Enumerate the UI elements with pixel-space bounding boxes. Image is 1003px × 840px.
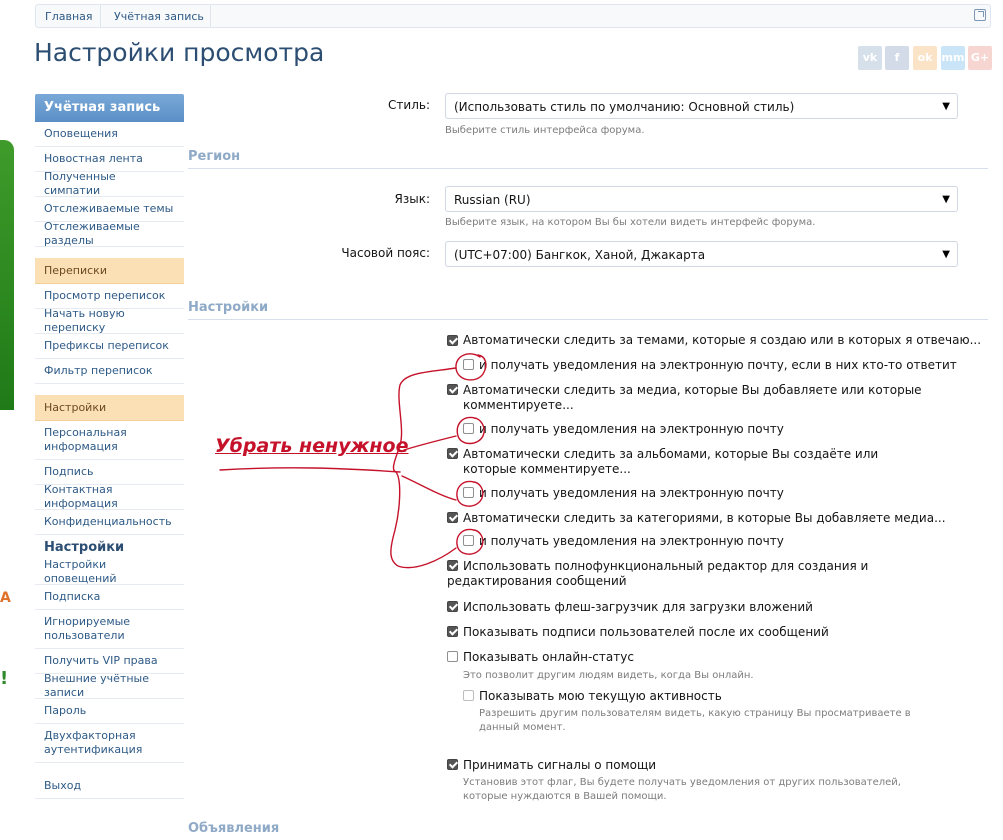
sidebar-item-conversations[interactable]: Просмотр переписок — [35, 284, 184, 309]
option-show-activity: Показывать мою текущую активность — [479, 689, 722, 703]
background-decoration: A ! — [0, 0, 14, 833]
language-hint: Выберите язык, на котором Вы бы хотели в… — [445, 217, 816, 228]
odnoklassniki-icon[interactable]: ok — [913, 46, 937, 70]
timezone-select[interactable]: (UTC+07:00) Бангкок, Ханой, Джакарта ▼ — [445, 241, 958, 267]
sidebar-item-new-conversation[interactable]: Начать новую переписку — [35, 307, 184, 334]
checkbox-watch-categories[interactable] — [447, 512, 458, 523]
activity-hint: Разрешить другим пользователям видеть, к… — [479, 708, 911, 733]
sidebar-item-signature[interactable]: Подпись — [35, 460, 184, 485]
sidebar-nav: Учётная запись Оповещения Новостная лент… — [35, 94, 184, 799]
sidebar-item-password[interactable]: Пароль — [35, 699, 184, 724]
moimir-icon[interactable]: mm — [941, 46, 965, 70]
sidebar-item-ignored-users[interactable]: Игнорируемые пользователи — [35, 610, 184, 649]
background-glyph-exclaim: ! — [0, 668, 9, 689]
style-select[interactable]: (Использовать стиль по умолчанию: Основн… — [445, 93, 958, 119]
sidebar-item-logout[interactable]: Выход — [35, 774, 184, 799]
option-watch-media-email: и получать уведомления на электронную по… — [479, 422, 784, 436]
sidebar-item-likes[interactable]: Полученные симпатии — [35, 170, 184, 197]
timezone-select-value: (UTC+07:00) Бангкок, Ханой, Джакарта — [454, 248, 706, 262]
option-online-status: Показывать онлайн-статус — [463, 650, 634, 664]
sidebar-item-get-vip[interactable]: Получить VIP права — [35, 649, 184, 674]
sidebar-item-personal-info[interactable]: Персональная информация — [35, 421, 184, 460]
checkbox-show-activity[interactable] — [463, 690, 474, 701]
option-watch-albums-email: и получать уведомления на электронную по… — [479, 486, 784, 500]
checkbox-watch-albums[interactable] — [447, 448, 458, 459]
chevron-down-icon: ▼ — [942, 101, 950, 112]
sidebar-item-conversation-filter[interactable]: Фильтр переписок — [35, 359, 184, 384]
breadcrumb-separator — [100, 5, 101, 27]
language-select[interactable]: Russian (RU) ▼ — [445, 186, 958, 212]
option-watch-threads: Автоматически следить за темами, которые… — [463, 333, 982, 347]
facebook-icon[interactable]: f — [885, 46, 909, 70]
sidebar-item-newsfeed[interactable]: Новостная лента — [35, 147, 184, 172]
option-show-signatures: Показывать подписи пользователей после и… — [463, 625, 829, 639]
online-status-hint: Это позволит другим людям видеть, когда … — [463, 670, 754, 681]
checkbox-watch-threads[interactable] — [447, 335, 458, 346]
sidebar-item-watched-threads[interactable]: Отслеживаемые темы — [35, 197, 184, 222]
chevron-down-icon: ▼ — [942, 249, 950, 260]
breadcrumb-account[interactable]: Учётная запись — [114, 10, 204, 23]
sidebar-item-preferences-current[interactable]: Настройки — [35, 535, 184, 560]
option-help-signals: Принимать сигналы о помощи — [463, 758, 657, 772]
option-watch-categories: Автоматически следить за категориями, в … — [463, 511, 946, 525]
style-hint: Выберите стиль интерфейса форума. — [445, 125, 645, 136]
background-glyph-a: A — [0, 590, 11, 606]
sidebar-item-external-accounts[interactable]: Внешние учётные записи — [35, 672, 184, 699]
breadcrumb-separator — [210, 5, 211, 27]
checkbox-help-signals[interactable] — [447, 759, 458, 770]
sidebar-item-contact-info[interactable]: Контактная информация — [35, 483, 184, 510]
style-label: Стиль: — [388, 98, 430, 112]
background-green-shape — [0, 140, 14, 410]
sidebar-item-alerts[interactable]: Оповещения — [35, 122, 184, 147]
language-label: Язык: — [394, 192, 430, 206]
section-region-title: Регион — [188, 149, 988, 169]
checkbox-watch-categories-email[interactable] — [463, 535, 474, 546]
breadcrumb: Главная Учётная запись — [35, 4, 991, 28]
option-rich-editor: Использовать полнофункциональный редакто… — [447, 559, 869, 588]
language-select-value: Russian (RU) — [454, 193, 531, 207]
sidebar-item-privacy[interactable]: Конфиденциальность — [35, 510, 184, 535]
help-signals-hint: Установив этот флаг, Вы будете получать … — [463, 777, 901, 802]
vk-icon[interactable]: vk — [858, 46, 882, 70]
section-settings-title: Настройки — [188, 300, 988, 320]
checkbox-watch-media[interactable] — [447, 384, 458, 395]
checkbox-watch-media-email[interactable] — [463, 423, 474, 434]
jump-menu-icon[interactable] — [974, 9, 986, 21]
sidebar-group-conversations[interactable]: Переписки — [35, 258, 184, 284]
googleplus-icon[interactable]: G+ — [968, 46, 992, 70]
checkbox-flash-uploader[interactable] — [447, 601, 458, 612]
option-watch-albums: Автоматически следить за альбомами, кото… — [463, 447, 879, 476]
checkbox-watch-albums-email[interactable] — [463, 487, 474, 498]
sidebar-item-watched-forums[interactable]: Отслеживаемые разделы — [35, 220, 184, 247]
style-select-value: (Использовать стиль по умолчанию: Основн… — [454, 100, 795, 114]
section-ads-title: Объявления — [188, 821, 280, 836]
chevron-down-icon: ▼ — [942, 194, 950, 205]
option-watch-categories-email: и получать уведомления на электронную по… — [479, 534, 784, 548]
sidebar-item-two-step[interactable]: Двухфакторная аутентификация — [35, 724, 184, 763]
sidebar-group-settings[interactable]: Настройки — [35, 395, 184, 421]
option-watch-threads-email: и получать уведомления на электронную по… — [479, 358, 957, 372]
option-flash-uploader: Использовать флеш-загрузчик для загрузки… — [463, 600, 813, 614]
annotation-text: Убрать ненужное — [215, 435, 409, 457]
option-watch-media: Автоматически следить за медиа, которые … — [463, 383, 922, 412]
sidebar-item-subscription[interactable]: Подписка — [35, 585, 184, 610]
sidebar-item-alert-preferences[interactable]: Настройки оповещений — [35, 558, 184, 585]
checkbox-watch-threads-email[interactable] — [463, 359, 474, 370]
page-title: Настройки просмотра — [34, 38, 325, 67]
breadcrumb-home[interactable]: Главная — [45, 10, 93, 23]
sidebar-item-conversation-prefixes[interactable]: Префиксы переписок — [35, 334, 184, 359]
checkbox-show-signatures[interactable] — [447, 626, 458, 637]
checkbox-online-status[interactable] — [447, 651, 458, 662]
timezone-label: Часовой пояс: — [341, 246, 430, 260]
sidebar-title: Учётная запись — [35, 94, 184, 122]
